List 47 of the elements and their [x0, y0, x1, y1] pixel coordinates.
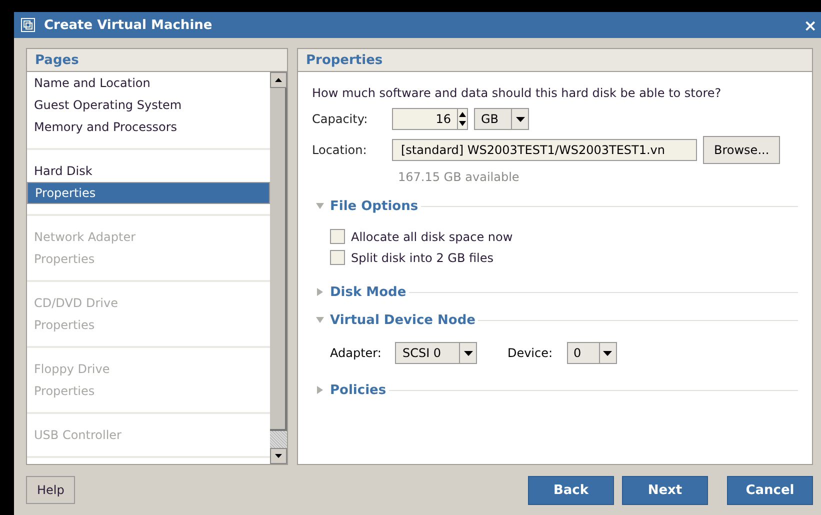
scroll-down-icon[interactable]: [275, 454, 282, 458]
checkbox-label: Split disk into 2 GB files: [351, 250, 494, 264]
section-title[interactable]: Virtual Device Node: [330, 312, 478, 328]
spinner-arrows-icon[interactable]: [458, 110, 467, 128]
panel-title: Properties: [306, 52, 383, 68]
wizard-button[interactable]: Next: [622, 476, 708, 504]
wizard-button[interactable]: Cancel: [727, 476, 813, 504]
section-title[interactable]: Disk Mode: [330, 284, 410, 300]
scroll-track[interactable]: [270, 431, 287, 448]
select-dropdown[interactable]: 0: [566, 342, 617, 364]
capacity-spinner[interactable]: 16: [392, 108, 468, 130]
expander-icon[interactable]: [316, 202, 324, 210]
select-dropdown[interactable]: SCSI 0: [395, 342, 478, 364]
scroll-up-icon[interactable]: [275, 78, 282, 82]
scroll-up-button[interactable]: [270, 72, 287, 88]
checkbox[interactable]: [330, 229, 345, 244]
checkbox-label: Allocate all disk space now: [351, 230, 513, 244]
caret-icon[interactable]: [603, 350, 612, 356]
browse-button[interactable]: Browse...: [703, 136, 780, 164]
caret-icon[interactable]: [516, 116, 524, 122]
window-icon: [20, 17, 36, 33]
available-text: 167.15 GB available: [397, 170, 520, 184]
wizard-button[interactable]: Back: [528, 476, 614, 504]
scroll-down-button[interactable]: [270, 448, 287, 464]
page-item[interactable]: Memory and Processors: [27, 116, 270, 138]
section-title[interactable]: File Options: [330, 198, 422, 214]
unit-dropdown[interactable]: GB: [474, 108, 529, 130]
capacity-label: Capacity:: [312, 112, 369, 126]
expander-icon[interactable]: [316, 386, 324, 394]
section-title[interactable]: Policies: [330, 382, 390, 398]
checkbox[interactable]: [330, 250, 345, 265]
expander-icon[interactable]: [316, 316, 324, 324]
select-label: Device:: [507, 346, 553, 360]
page-item[interactable]: Name and Location: [27, 72, 270, 94]
caret-icon[interactable]: [464, 350, 473, 356]
expander-icon[interactable]: [316, 288, 324, 296]
page-item[interactable]: Properties: [27, 182, 270, 204]
close-button[interactable]: ×: [804, 16, 817, 34]
location-field[interactable]: [standard] WS2003TEST1/WS2003TEST1.vn: [392, 139, 697, 161]
help-button[interactable]: Help: [26, 476, 76, 504]
panel-title: Pages: [35, 52, 79, 68]
location-label: Location:: [312, 143, 368, 157]
question-text: How much software and data should this hard disk be able to store?: [312, 86, 722, 100]
select-label: Adapter:: [330, 346, 382, 360]
page-item[interactable]: Guest Operating System: [27, 94, 270, 116]
window-title: Create Virtual Machine: [44, 18, 214, 32]
page-item[interactable]: Hard Disk: [27, 160, 270, 182]
